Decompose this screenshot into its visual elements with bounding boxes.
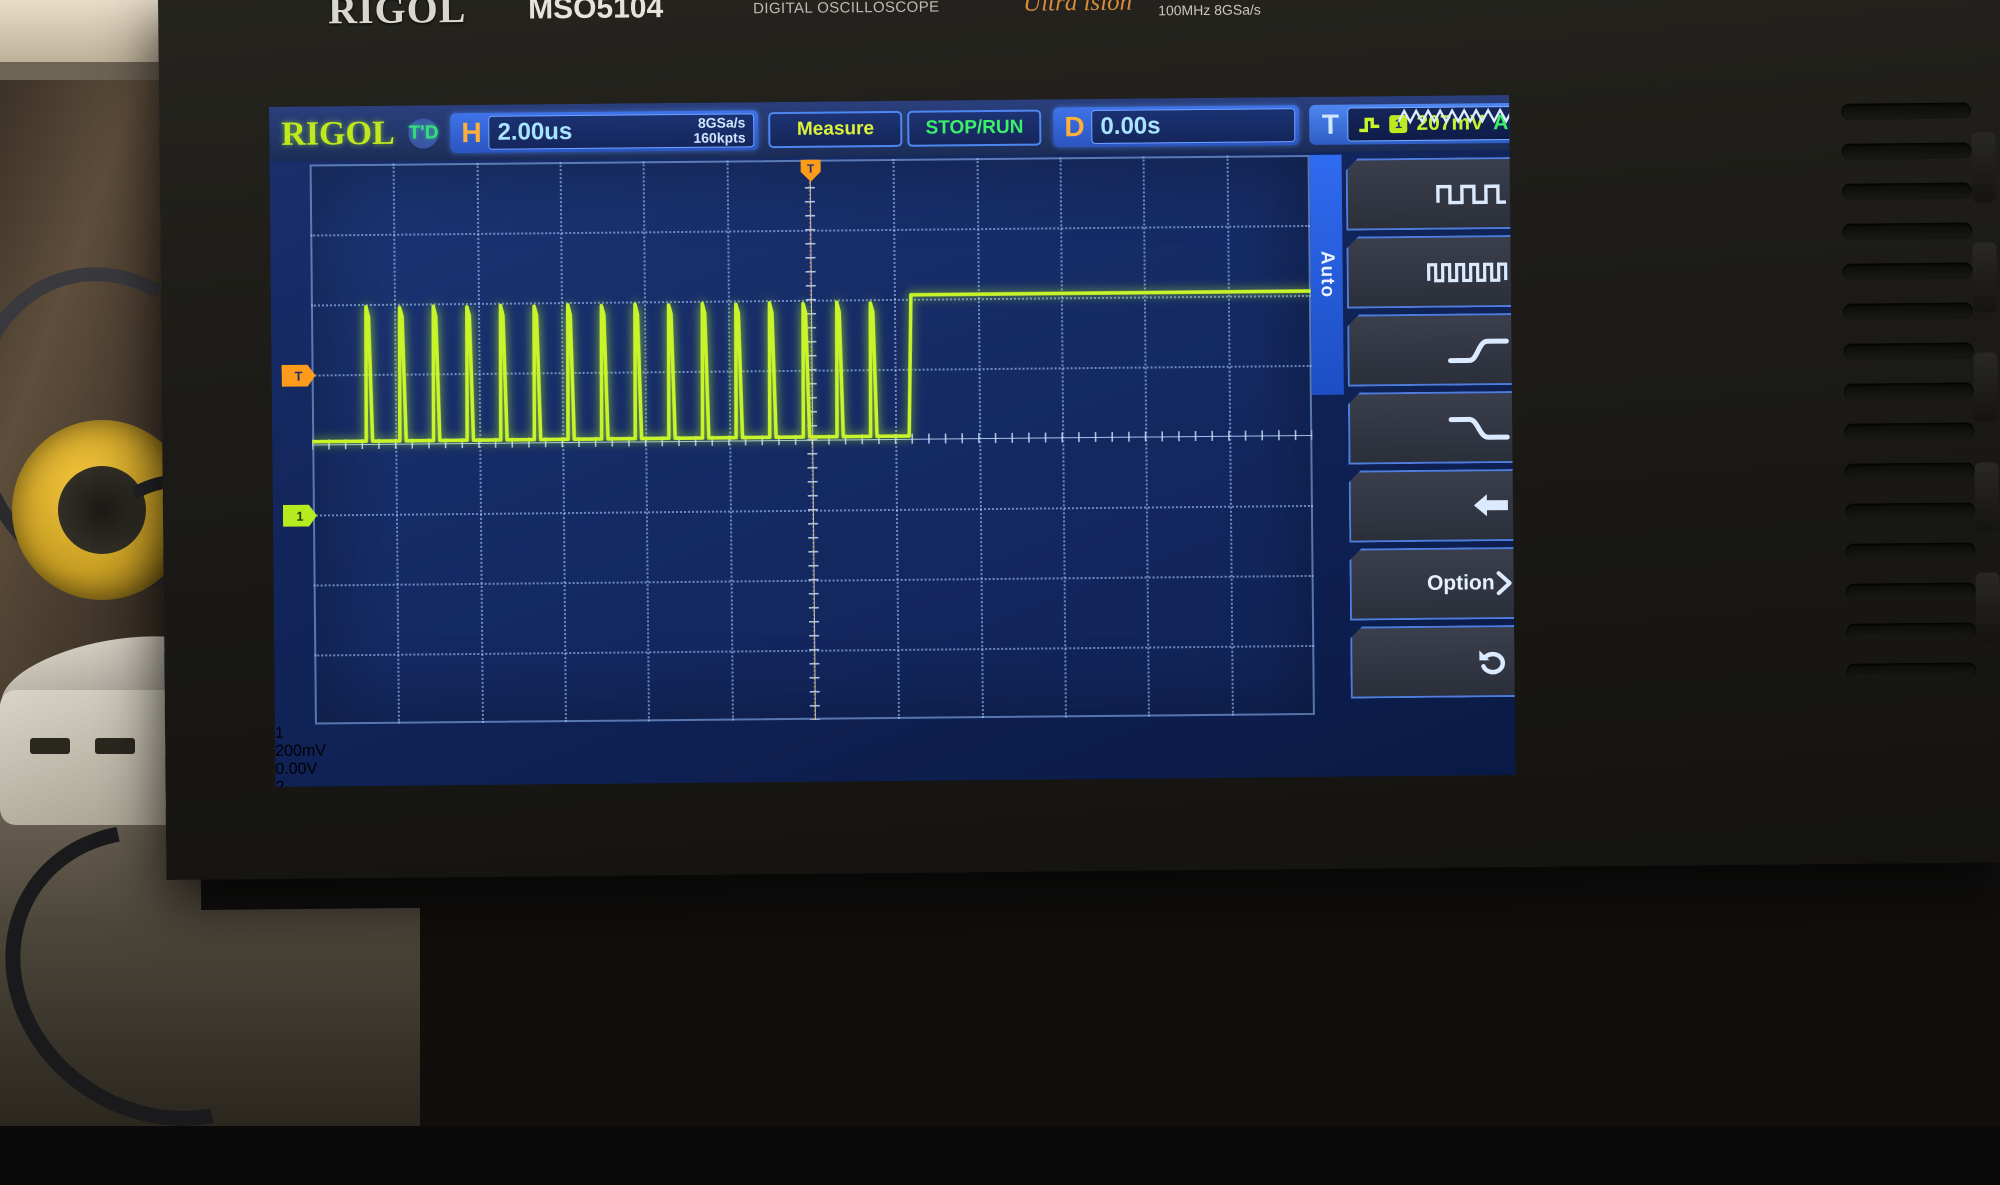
arrow-left-icon <box>1471 490 1511 520</box>
power-outlet <box>0 690 190 825</box>
auto-mode-tab[interactable]: Auto <box>1310 155 1344 395</box>
memory-overview-zigzag <box>1398 105 1515 125</box>
measure-button[interactable]: Measure <box>768 110 902 147</box>
side-button-1[interactable] <box>1971 132 1996 202</box>
function-menu-panel: Auto <box>1310 153 1515 715</box>
auto-mode-label: Auto <box>1315 251 1337 298</box>
delay-box[interactable]: D 0.00s <box>1053 105 1299 147</box>
lcd-screen: RIGOL T'D H 2.00us 8GSa/s 160kpts <box>269 95 1515 787</box>
side-button-2[interactable] <box>1972 242 1997 312</box>
side-vent-grille <box>1841 103 1987 724</box>
side-button-5[interactable] <box>1976 572 2000 642</box>
spec-text: 4 Channel 100MHz 8GSa/s <box>1158 0 1261 19</box>
screen-logo: RIGOL <box>281 116 395 151</box>
square-wave-4-icon <box>1427 258 1509 285</box>
delay-label: D <box>1057 111 1091 143</box>
oscilloscope-chassis: RIGOL MSO5104 DIGITAL OSCILLOSCOPE Ultra… <box>158 0 2000 880</box>
back-button[interactable] <box>1349 469 1516 543</box>
falling-edge-button[interactable] <box>1348 391 1516 465</box>
channel-2-number: 2 <box>275 779 284 787</box>
side-button-4[interactable] <box>1975 462 2000 532</box>
delay-value: 0.00s <box>1100 112 1160 141</box>
front-panel-branding: RIGOL MSO5104 DIGITAL OSCILLOSCOPE Ultra… <box>328 0 1528 44</box>
center-controls: Measure STOP/RUN <box>758 109 1041 148</box>
square-wave-2-icon <box>1436 180 1508 207</box>
channel-1-number: 1 <box>275 725 284 742</box>
horizontal-timebase-box[interactable]: H 2.00us 8GSa/s 160kpts <box>450 110 758 153</box>
falling-step-icon <box>1448 411 1510 444</box>
timebase-value: 2.00us <box>497 118 572 147</box>
delay-readout[interactable]: 0.00s <box>1091 108 1295 144</box>
rising-edge-button[interactable] <box>1347 313 1515 387</box>
bandwidth-text: 100MHz 8GSa/s <box>1158 1 1261 19</box>
trigger-status-badge[interactable]: T'D <box>409 118 439 148</box>
horizontal-label: H <box>454 116 488 148</box>
channel-2-scale: 100mV <box>276 785 1516 787</box>
memory-depth-value: 160kpts <box>693 130 745 145</box>
trigger-label: T <box>1313 108 1347 140</box>
shelf-shadow <box>0 62 175 80</box>
option-label: Option <box>1427 571 1495 596</box>
stop-run-button[interactable]: STOP/RUN <box>907 109 1041 146</box>
model-number-text: MSO5104 <box>528 0 663 26</box>
undo-button[interactable] <box>1350 625 1515 699</box>
timebase-readout[interactable]: 2.00us 8GSa/s 160kpts <box>488 113 754 150</box>
device-subtitle: DIGITAL OSCILLOSCOPE <box>753 0 940 17</box>
brand-logo-text: RIGOL <box>328 0 467 33</box>
svg-text:T: T <box>807 162 815 176</box>
series-text: Ultra ision <box>1023 0 1132 18</box>
sample-rate-value: 8GSa/s <box>693 115 745 130</box>
option-button[interactable]: Option <box>1349 547 1515 621</box>
center-button-group: Measure STOP/RUN <box>768 109 1041 148</box>
side-button-3[interactable] <box>1973 352 1998 422</box>
channel-2-values: 100mV 0.00V <box>276 779 1516 787</box>
square-wave-fast-button[interactable] <box>1346 235 1515 309</box>
square-wave-slow-button[interactable] <box>1346 157 1516 231</box>
rising-edge-icon <box>1358 115 1380 133</box>
rising-step-icon <box>1447 333 1509 366</box>
waveform-graticule[interactable]: T <box>310 155 1315 725</box>
channel-status-bar: 1 200mV 0.00V 2 <box>275 713 1516 787</box>
undo-icon <box>1476 646 1512 676</box>
acquisition-info: 8GSa/s 160kpts <box>693 115 745 145</box>
status-bar: RIGOL T'D H 2.00us 8GSa/s 160kpts <box>269 95 1509 162</box>
chevron-right-icon <box>1496 571 1512 595</box>
channel-2-scale-offset: 100mV 0.00V <box>276 779 1516 787</box>
